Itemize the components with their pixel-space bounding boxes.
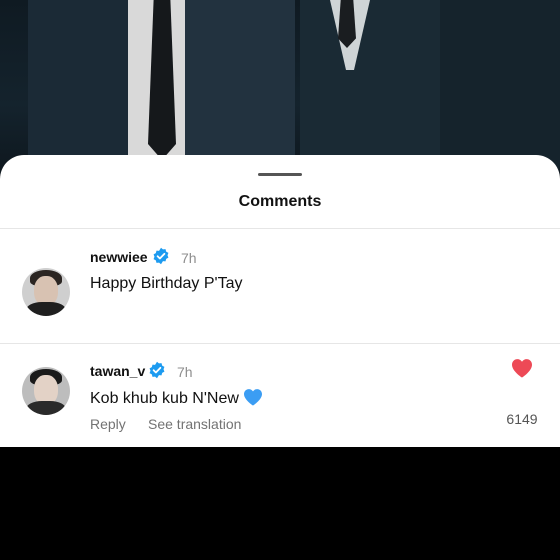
- photo-figure: [185, 0, 295, 175]
- comment-username[interactable]: tawan_v: [90, 363, 145, 379]
- comment-time: 7h: [181, 250, 197, 266]
- blue-heart-emoji-icon: [243, 389, 262, 406]
- like-heart-icon[interactable]: [511, 358, 533, 378]
- comment-text-body: Kob khub kub N'New: [90, 390, 239, 407]
- comment-username[interactable]: newwiee: [90, 249, 148, 265]
- sheet-title: Comments: [238, 193, 322, 210]
- photo-figure: [440, 0, 560, 175]
- avatar[interactable]: [22, 268, 70, 316]
- comments-sheet: Comments newwiee 7h Happy Birthday P'Tay…: [0, 155, 560, 447]
- verified-badge-icon: [149, 361, 165, 379]
- comment-item: newwiee 7h Happy Birthday P'Tay: [0, 229, 560, 343]
- background-photo: [0, 0, 560, 175]
- photo-figure: [300, 0, 450, 175]
- verified-badge-icon: [153, 247, 169, 265]
- like-count: 6149: [506, 411, 538, 427]
- comment-text: Happy Birthday P'Tay: [90, 275, 243, 292]
- comment-item: tawan_v 7h Kob khub kub N'New Reply See …: [0, 344, 560, 447]
- see-translation-button[interactable]: See translation: [148, 416, 241, 432]
- comment-time: 7h: [177, 364, 193, 380]
- avatar[interactable]: [22, 367, 70, 415]
- reply-button[interactable]: Reply: [90, 416, 126, 432]
- sheet-drag-handle[interactable]: [258, 173, 302, 176]
- comment-text: Kob khub kub N'New: [90, 388, 263, 408]
- photo-figure: [338, 0, 356, 48]
